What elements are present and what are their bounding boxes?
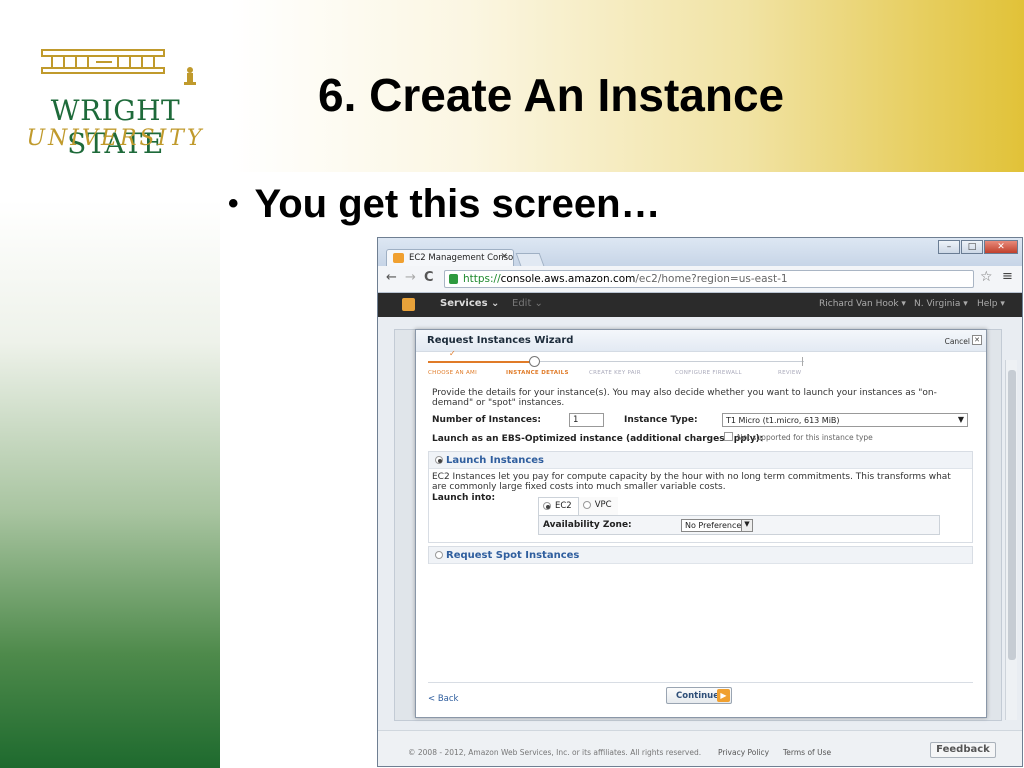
- availability-zone-label: Availability Zone:: [543, 520, 632, 530]
- reload-icon[interactable]: C: [424, 270, 434, 285]
- launch-into-label: Launch into:: [432, 493, 496, 503]
- ebs-optimized-checkbox[interactable]: [724, 432, 733, 441]
- request-instances-wizard: Request Instances Wizard Cancel ✕ ✓ CHOO…: [415, 329, 987, 718]
- instance-type-select[interactable]: T1 Micro (t1.micro, 613 MiB) ▼: [722, 413, 968, 427]
- wizard-title: Request Instances Wizard: [427, 335, 574, 346]
- browser-window: EC2 Management Consol ✕ – □ ✕ ← → C http…: [377, 237, 1023, 767]
- slide-title: 6. Create An Instance: [318, 69, 785, 121]
- url-host: console.aws.amazon.com: [500, 273, 636, 285]
- ebs-note: Not supported for this instance type: [737, 433, 873, 442]
- aws-navbar: Services ⌄ Edit ⌄ Richard Van Hook ▾ N. …: [378, 293, 1022, 317]
- dropdown-arrow-icon: ▼: [741, 520, 752, 531]
- console-footer: © 2008 - 2012, Amazon Web Services, Inc.…: [378, 730, 1022, 766]
- ebs-optimized-label: Launch as an EBS-Optimized instance (add…: [432, 434, 764, 444]
- dropdown-arrow-icon: ▼: [957, 415, 964, 424]
- availability-zone-select[interactable]: No Preference ▼: [681, 519, 753, 532]
- lock-icon: [449, 274, 458, 284]
- aws-cube-icon[interactable]: [402, 298, 415, 311]
- continue-label: Continue: [676, 691, 719, 701]
- step-create-key-pair: CREATE KEY PAIR: [589, 370, 641, 376]
- feedback-button[interactable]: Feedback: [930, 742, 996, 758]
- launch-instances-label: Launch Instances: [446, 455, 544, 466]
- console-scrollbar[interactable]: [1005, 360, 1017, 720]
- step-choose-ami: CHOOSE AN AMI: [428, 370, 478, 376]
- current-step-marker: [529, 356, 540, 367]
- step-check-icon: ✓: [449, 349, 456, 358]
- arrow-right-icon: ▶: [717, 689, 730, 702]
- launch-into-tabs: EC2 VPC: [538, 497, 618, 515]
- spot-instances-label: Request Spot Instances: [446, 550, 580, 561]
- step-configure-firewall: CONFIGURE FIREWALL: [675, 370, 742, 376]
- step-review: REVIEW: [778, 370, 802, 376]
- browser-tab[interactable]: EC2 Management Consol ✕: [386, 249, 514, 266]
- window-close-icon[interactable]: ✕: [984, 240, 1018, 254]
- region-menu[interactable]: N. Virginia ▾: [914, 299, 968, 309]
- launch-description: EC2 Instances let you pay for compute ca…: [432, 472, 951, 492]
- left-gradient-band: [0, 200, 220, 768]
- maximize-icon[interactable]: □: [961, 240, 983, 254]
- bullet-text: You get this screen…: [254, 182, 661, 226]
- vpc-label: VPC: [594, 500, 612, 510]
- progress-fill: [428, 361, 535, 363]
- user-menu[interactable]: Richard Van Hook ▾: [819, 299, 906, 309]
- availability-zone-row: Availability Zone: No Preference ▼: [538, 515, 940, 535]
- progress-end-tick: [802, 357, 803, 366]
- aws-favicon-icon: [393, 253, 404, 263]
- ec2-radio[interactable]: [543, 502, 551, 510]
- back-arrow-icon[interactable]: ←: [386, 270, 397, 285]
- bullet-dot-icon: •: [228, 187, 239, 220]
- vpc-radio[interactable]: [582, 501, 591, 509]
- wright-flyer-logo-icon: [41, 49, 196, 85]
- close-icon[interactable]: ✕: [972, 335, 982, 345]
- spot-instances-header[interactable]: Request Spot Instances: [429, 547, 972, 564]
- terms-link[interactable]: Terms of Use: [783, 748, 831, 757]
- edit-menu[interactable]: Edit ⌄: [512, 298, 543, 309]
- vpc-option[interactable]: VPC: [578, 497, 618, 515]
- privacy-link[interactable]: Privacy Policy: [718, 748, 769, 757]
- slide: WRIGHT STATE UNIVERSITY 6. Create An Ins…: [0, 0, 1024, 768]
- university-logo: WRIGHT STATE UNIVERSITY: [8, 42, 223, 160]
- back-link[interactable]: < Back: [428, 694, 458, 704]
- wizard-description: Provide the details for your instance(s)…: [432, 388, 937, 408]
- new-tab-button[interactable]: [515, 253, 545, 266]
- cancel-link[interactable]: Cancel: [945, 337, 970, 346]
- url-scheme: https://: [463, 273, 501, 285]
- bookmark-star-icon[interactable]: ☆: [980, 269, 993, 285]
- num-instances-label: Number of Instances:: [432, 415, 541, 425]
- launch-instances-radio[interactable]: [435, 456, 443, 464]
- instance-type-value: T1 Micro (t1.micro, 613 MiB): [726, 416, 840, 425]
- minimize-icon[interactable]: –: [938, 240, 960, 254]
- tab-close-icon[interactable]: ✕: [500, 252, 508, 262]
- launch-instances-header[interactable]: Launch Instances: [429, 452, 972, 469]
- spot-instances-radio[interactable]: [435, 551, 443, 559]
- scrollbar-thumb[interactable]: [1008, 370, 1016, 660]
- logo-subtitle: UNIVERSITY: [26, 126, 205, 151]
- url-path: /ec2/home?region=us-east-1: [635, 273, 788, 285]
- console-background: operation © 2008 - 2012, Amazon Web Serv…: [378, 317, 1022, 766]
- spot-instances-section: Request Spot Instances: [428, 546, 973, 564]
- window-controls: – □ ✕: [938, 240, 1018, 254]
- services-menu[interactable]: Services ⌄: [440, 298, 499, 309]
- tab-title: EC2 Management Consol: [409, 253, 514, 263]
- wizard-footer-divider: [428, 682, 973, 683]
- continue-button[interactable]: Continue ▶: [666, 687, 732, 704]
- ec2-label: EC2: [555, 501, 572, 511]
- availability-zone-value: No Preference: [685, 521, 742, 530]
- address-bar: ← → C https://console.aws.amazon.com/ec2…: [378, 266, 1022, 293]
- copyright-text: © 2008 - 2012, Amazon Web Services, Inc.…: [408, 748, 702, 757]
- ec2-option[interactable]: EC2: [538, 497, 579, 515]
- bullet-item: • You get this screen…: [228, 182, 661, 227]
- help-menu[interactable]: Help ▾: [977, 299, 1005, 309]
- wizard-header: Request Instances Wizard Cancel ✕: [416, 330, 986, 352]
- browser-titlebar: EC2 Management Consol ✕ – □ ✕: [378, 238, 1022, 266]
- url-input[interactable]: https://console.aws.amazon.com/ec2/home?…: [444, 270, 974, 288]
- browser-menu-icon[interactable]: ≡: [1002, 269, 1013, 284]
- forward-arrow-icon[interactable]: →: [405, 270, 416, 285]
- launch-into-panel: EC2 VPC Availability Zone: No Preference…: [538, 497, 940, 535]
- instance-type-label: Instance Type:: [624, 415, 698, 425]
- num-instances-input[interactable]: 1: [569, 413, 604, 427]
- step-instance-details: INSTANCE DETAILS: [506, 370, 569, 376]
